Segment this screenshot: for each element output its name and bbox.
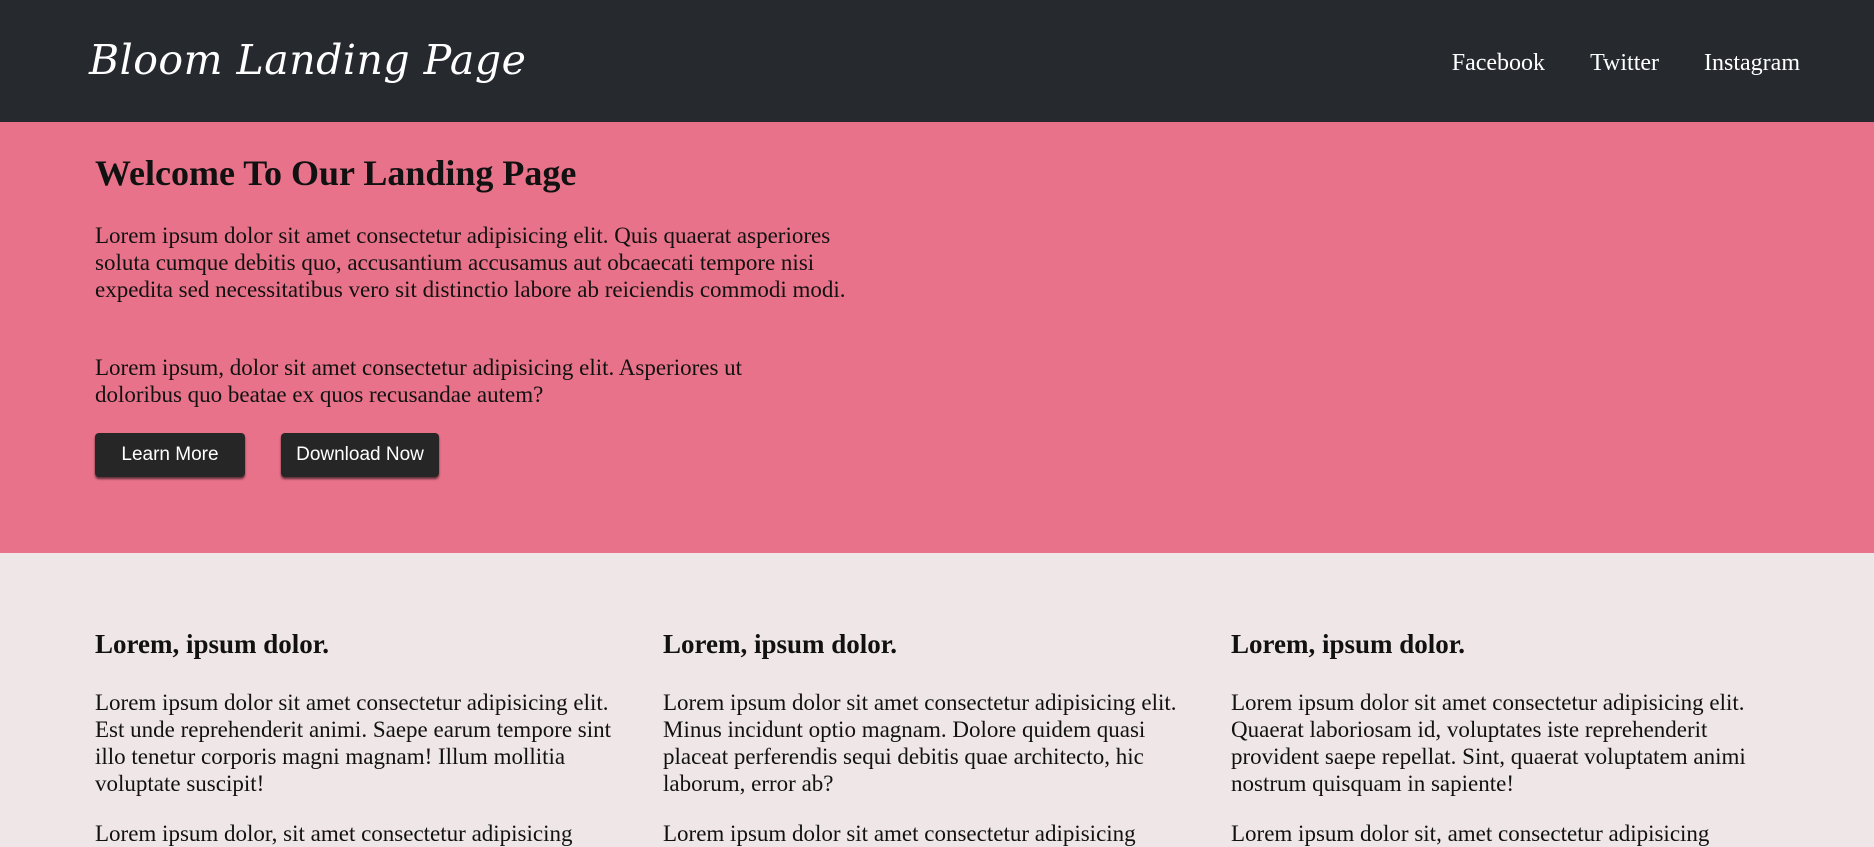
- feature-paragraph: Lorem ipsum dolor sit amet consectetur a…: [663, 821, 1136, 846]
- feature-paragraph: Lorem ipsum dolor sit amet consectetur a…: [663, 690, 1177, 796]
- feature-paragraph: Lorem ipsum dolor, sit amet consectetur …: [95, 821, 573, 846]
- feature-column-3: Lorem, ipsum dolor. Lorem ipsum dolor si…: [1231, 627, 1761, 847]
- features-section: Lorem, ipsum dolor. Lorem ipsum dolor si…: [0, 553, 1874, 846]
- feature-column-2: Lorem, ipsum dolor. Lorem ipsum dolor si…: [663, 627, 1193, 847]
- site-header: Bloom Landing Page Facebook Twitter Inst…: [0, 0, 1874, 122]
- feature-title: Lorem, ipsum dolor.: [1231, 629, 1466, 659]
- feature-paragraph: Lorem ipsum dolor sit amet consectetur a…: [1231, 690, 1746, 796]
- social-nav: Facebook Twitter Instagram: [1452, 46, 1800, 80]
- feature-paragraph: Lorem ipsum dolor sit amet consectetur a…: [95, 690, 612, 796]
- site-logo[interactable]: Bloom Landing Page: [89, 30, 526, 90]
- nav-link-twitter[interactable]: Twitter: [1590, 46, 1659, 80]
- feature-paragraph: Lorem ipsum dolor sit, amet consectetur …: [1231, 821, 1710, 846]
- feature-title: Lorem, ipsum dolor.: [663, 629, 898, 659]
- feature-title: Lorem, ipsum dolor.: [95, 629, 330, 659]
- learn-more-button[interactable]: Learn More: [95, 433, 245, 477]
- download-now-button[interactable]: Download Now: [281, 433, 439, 477]
- hero-paragraph-2: Lorem ipsum, dolor sit amet consectetur …: [95, 355, 743, 407]
- hero-title: Welcome To Our Landing Page: [95, 153, 577, 193]
- feature-column-1: Lorem, ipsum dolor. Lorem ipsum dolor si…: [95, 627, 625, 847]
- nav-link-instagram[interactable]: Instagram: [1704, 46, 1800, 80]
- hero-paragraph-1: Lorem ipsum dolor sit amet consectetur a…: [95, 223, 846, 302]
- nav-link-facebook[interactable]: Facebook: [1452, 46, 1545, 80]
